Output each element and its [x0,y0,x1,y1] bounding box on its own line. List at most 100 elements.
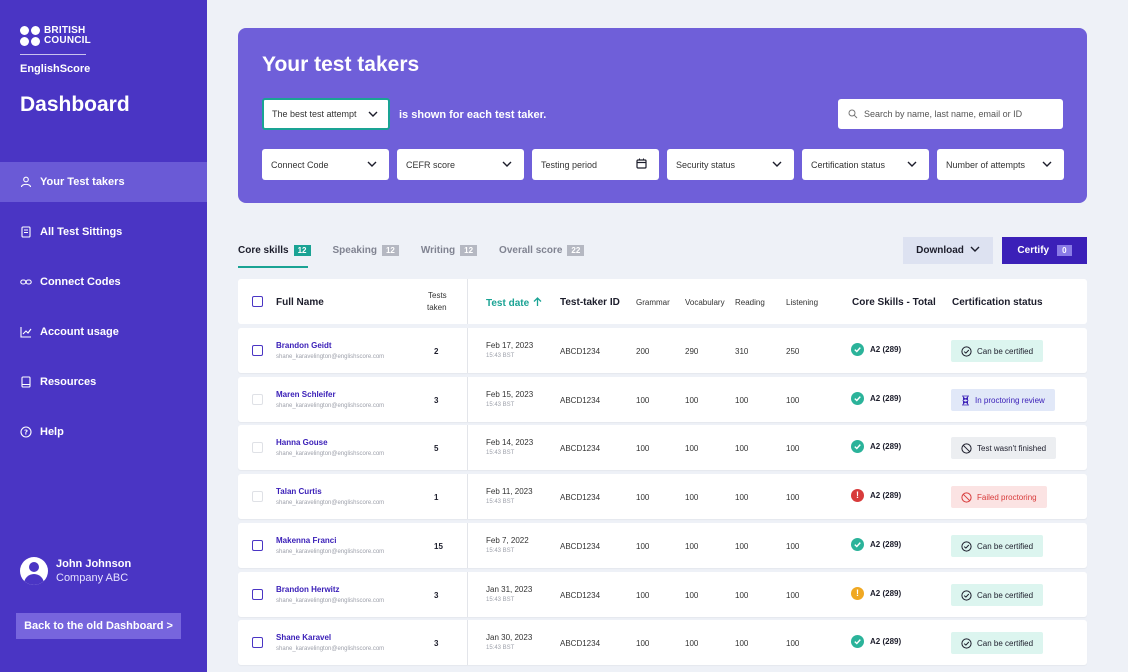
column-full-name[interactable]: Full Name [276,297,324,308]
test-taker-name[interactable]: Maren Schleifer [276,390,336,399]
table-row[interactable]: Makenna Franci shane_karavelington@englis… [238,523,1087,568]
test-taker-name[interactable]: Hanna Gouse [276,438,328,447]
sidebar-item-account-usage[interactable]: Account usage [0,312,207,352]
column-certification-status[interactable]: Certification status [952,297,1043,308]
table-row[interactable]: Brandon Herwitz shane_karavelington@engli… [238,572,1087,617]
filter-cefr-score[interactable]: CEFR score [397,149,524,180]
core-skills-total: ! A2 (289) [851,489,901,502]
vocabulary-score: 100 [685,396,699,405]
test-taker-name[interactable]: Brandon Geidt [276,341,332,350]
filter-certification-status[interactable]: Certification status [802,149,929,180]
certification-status-badge[interactable]: In proctoring review [951,389,1055,411]
test-taker-name[interactable]: Shane Karavel [276,633,331,642]
sidebar-item-test-takers[interactable]: Your Test takers [0,162,207,202]
column-test-date-label: Test date [486,298,530,309]
sidebar-item-connect-codes[interactable]: Connect Codes [0,262,207,302]
column-test-date[interactable]: Test date [486,297,542,310]
test-time: 15:43 BST [486,548,515,554]
test-date: Jan 31, 2023 [486,585,533,594]
table-row[interactable]: Hanna Gouse shane_karavelington@englishsc… [238,425,1087,470]
filter-label: Certification status [811,159,886,170]
tab-count-badge: 22 [567,244,585,256]
column-vocabulary[interactable]: Vocabulary [685,298,725,307]
filter-testing-period[interactable]: Testing period [532,149,659,180]
column-divider [467,328,468,373]
sidebar-item-test-sittings[interactable]: All Test Sittings [0,212,207,252]
certification-status-badge[interactable]: Can be certified [951,535,1044,557]
check-circle-outline-icon [961,540,972,552]
filter-number-of-attempts[interactable]: Number of attempts [937,149,1064,180]
column-grammar[interactable]: Grammar [636,298,670,307]
search-input[interactable]: Search by name, last name, email or ID [838,99,1063,129]
tab-label: Overall score [499,244,563,256]
chart-icon [20,326,32,338]
chevron-down-icon [970,245,980,256]
row-checkbox[interactable] [252,345,263,356]
search-icon [848,109,858,119]
certification-status-label: Test wasn't finished [977,443,1047,453]
sidebar-item-label: Connect Codes [40,276,121,288]
vocabulary-score: 100 [685,493,699,502]
certify-button[interactable]: Certify 0 [1002,237,1087,264]
sidebar-item-help[interactable]: ? Help [0,412,207,452]
row-checkbox[interactable] [252,637,263,648]
column-divider [467,620,468,665]
tab-count-badge: 12 [293,244,311,256]
attempt-select[interactable]: The best test attempt [262,98,390,130]
sidebar-item-label: Help [40,426,64,438]
tab-writing[interactable]: Writing 12 [421,243,478,257]
certification-status-badge[interactable]: Can be certified [951,584,1044,606]
test-taker-name[interactable]: Brandon Herwitz [276,585,340,594]
filter-security-status[interactable]: Security status [667,149,794,180]
sidebar-item-label: Resources [40,376,97,388]
tab-speaking[interactable]: Speaking 12 [333,243,399,257]
check-circle-outline-icon [961,345,972,357]
core-skills-total: A2 (289) [851,538,901,551]
column-test-taker-id[interactable]: Test-taker ID [560,297,620,308]
tab-core-skills[interactable]: Core skills 12 [238,243,311,257]
test-date: Feb 14, 2023 [486,438,534,447]
table-row[interactable]: Talan Curtis shane_karavelington@englishs… [238,474,1087,519]
certification-status-badge[interactable]: Failed proctoring [951,486,1047,508]
test-taker-id: ABCD1234 [560,493,601,502]
table-row[interactable]: Maren Schleifer shane_karavelington@engli… [238,377,1087,422]
test-taker-name[interactable]: Talan Curtis [276,487,322,496]
tab-label: Speaking [332,244,377,256]
certification-status-label: Can be certified [977,638,1034,648]
grammar-score: 100 [636,542,650,551]
certification-status-badge[interactable]: Can be certified [951,632,1044,654]
select-all-checkbox[interactable] [252,296,263,307]
certification-status-badge[interactable]: Can be certified [951,340,1044,362]
ban-icon [961,491,972,503]
column-tests[interactable]: Tests [428,291,447,300]
column-divider [467,377,468,422]
test-date: Feb 11, 2023 [486,487,533,496]
row-checkbox[interactable] [252,589,263,600]
table-row[interactable]: Brandon Geidt shane_karavelington@english… [238,328,1087,373]
sidebar-item-resources[interactable]: Resources [0,362,207,402]
column-reading[interactable]: Reading [735,298,765,307]
old-dashboard-button[interactable]: Back to the old Dashboard > [16,613,181,639]
user-profile[interactable]: John Johnson Company ABC [20,557,131,585]
dashboard-title: Dashboard [20,93,130,116]
test-date: Jan 30, 2023 [486,633,533,642]
column-listening[interactable]: Listening [786,298,818,307]
table-row[interactable]: Shane Karavel shane_karavelington@english… [238,620,1087,665]
test-taker-name[interactable]: Makenna Franci [276,536,336,545]
error-circle-icon: ! [851,489,864,502]
test-time: 15:43 BST [486,353,515,359]
column-core-skills-total[interactable]: Core Skills - Total [852,297,936,308]
row-checkbox[interactable] [252,540,263,551]
tab-overall-score[interactable]: Overall score 22 [499,243,585,257]
column-taken[interactable]: taken [427,303,447,312]
filter-label: Testing period [541,159,598,170]
british-council-logo[interactable]: BRITISH COUNCIL [20,26,91,46]
listening-score: 100 [786,444,800,453]
test-time: 15:43 BST [486,450,515,456]
listening-score: 100 [786,493,800,502]
download-button[interactable]: Download [903,237,993,264]
brand-divider [20,54,86,55]
filter-connect-code[interactable]: Connect Code [262,149,389,180]
certification-status-badge[interactable]: Test wasn't finished [951,437,1057,459]
chevron-down-icon [368,110,378,120]
